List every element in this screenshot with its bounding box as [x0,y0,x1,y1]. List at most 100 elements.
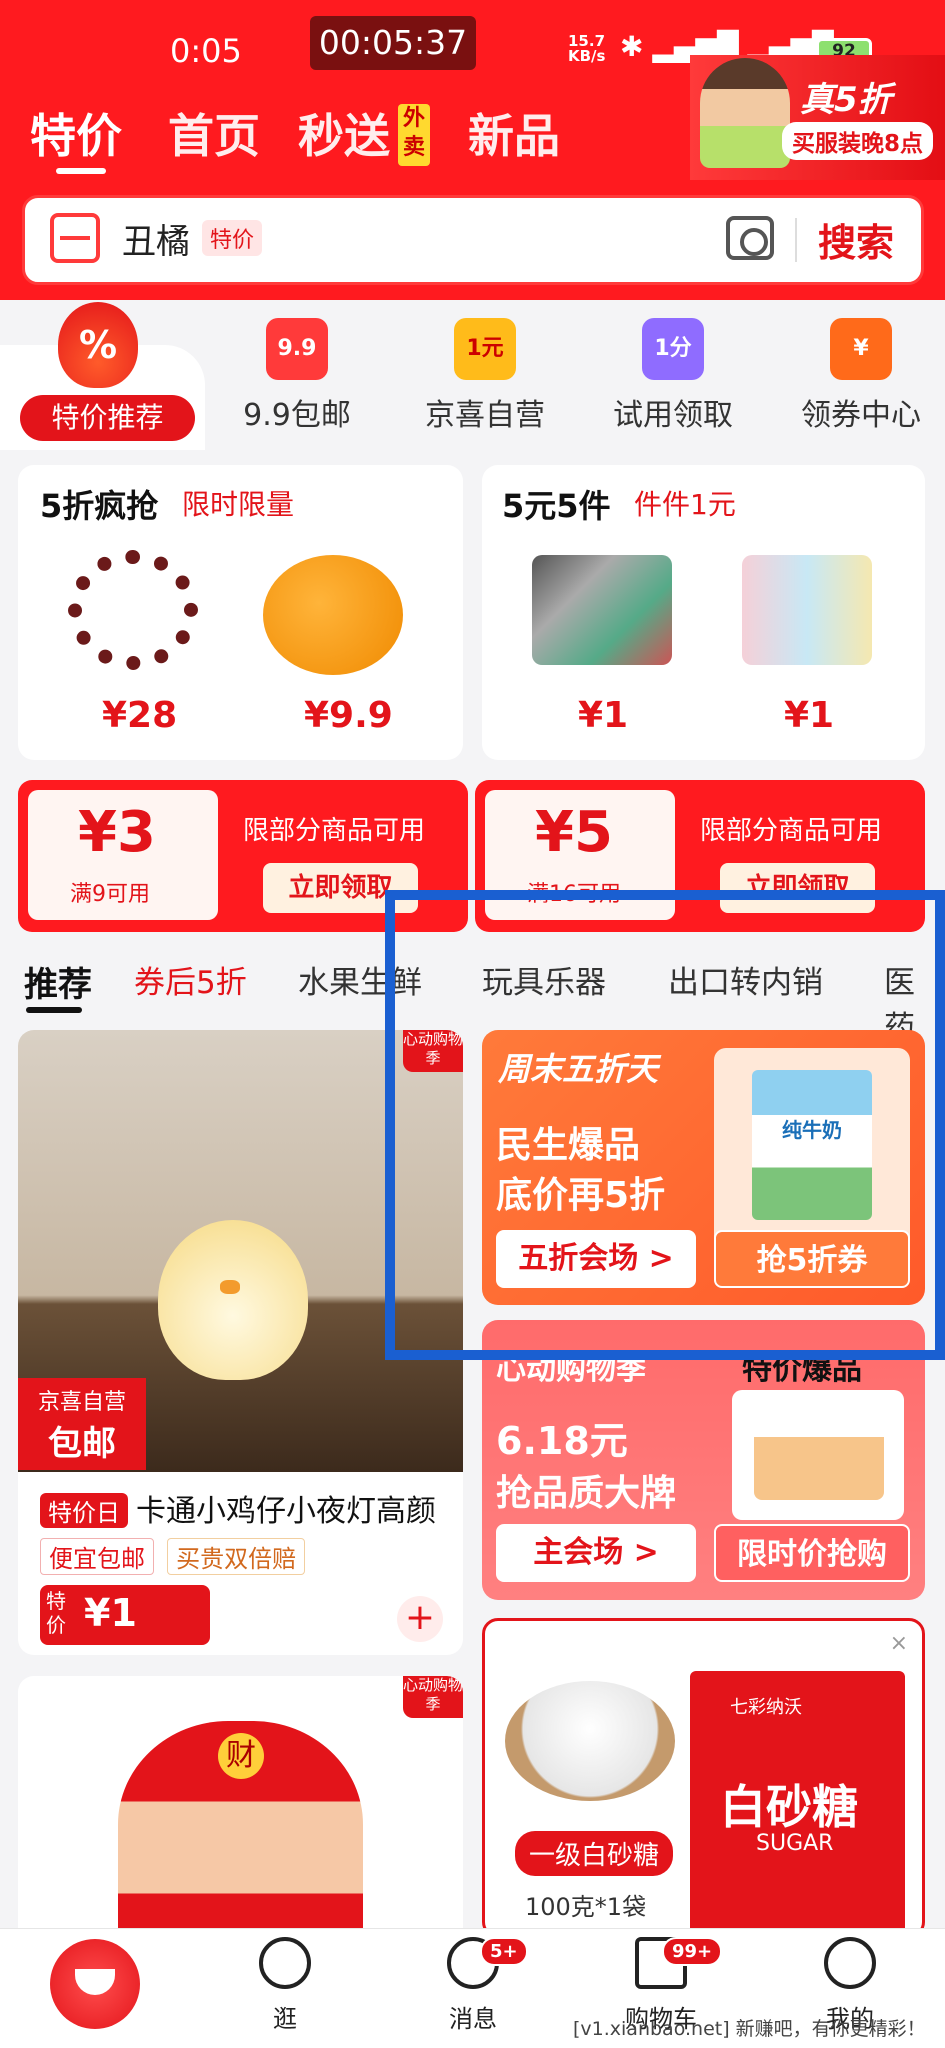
tissue-box [754,1410,884,1500]
product-badges: 便宜包邮 买贵双倍赔 [40,1538,313,1575]
sugar-bag-image: 七彩纳沃 白砂糖 SUGAR [690,1671,905,1935]
tab-new[interactable]: 新品 [468,100,560,166]
nav-browse[interactable]: 逛 [225,1937,345,2034]
price-label: 特价 [46,1589,66,1637]
main-venue-button[interactable]: 主会场 > [496,1524,696,1582]
quick-nav-label: 京喜自营 [425,398,545,433]
quick-nav-item-coupon[interactable]: ¥ 领券中心 [786,318,936,434]
99-icon: 9.9 [266,318,328,380]
deal-price: ¥28 [102,695,178,736]
sugar-grade-tag: 一级白砂糖 [515,1831,674,1876]
deal-price: ¥9.9 [304,695,393,736]
active-tab-indicator [56,168,106,174]
product-title: 特价日 卡通小鸡仔小夜灯高颜 [40,1486,436,1530]
watermark-text: [v1.xianbao.net] 新赚吧，有你更精彩！ [573,2018,926,2040]
cai-character: 财 [218,1733,264,1779]
home-mascot-icon[interactable] [50,1939,140,2029]
magic-cube-image [742,555,872,665]
quick-nav-label: 领券中心 [801,398,921,433]
price-value: ¥1 [84,1591,137,1635]
free-shipping-text: 包邮 [48,1424,116,1464]
deal-price: ¥1 [784,695,835,736]
tab-home[interactable]: 首页 [168,100,260,166]
coupon-stub: ¥3 满9可用 [28,790,218,920]
ad-headline: 6.18元 [496,1419,628,1463]
self-operated-badge: 京喜自营 包邮 [18,1378,146,1470]
quick-nav-item-jingxi[interactable]: 1元 京喜自营 [410,318,560,434]
bracelet-image [68,550,198,670]
trial-bag-icon: 1分 [642,318,704,380]
search-divider [795,218,797,262]
user-icon [824,1937,876,1989]
tissue-product-image [732,1390,904,1520]
screen-record-timer: 00:05:37 [310,16,476,70]
product-price: 特价 ¥1 [40,1585,210,1645]
nav-label: 逛 [273,2005,297,2033]
sugar-english: SUGAR [756,1831,834,1856]
coupon-icon: ¥ [830,318,892,380]
promo-kid-image [700,58,790,168]
cat-tab-recommend[interactable]: 推荐 [24,957,92,1006]
deal-title: 5折疯抢 [40,487,159,525]
shopping-season-tag: 心动购物季 [403,1676,463,1718]
ad-shopping-season[interactable]: 心动购物季 特价爆品 6.18元 抢品质大牌 主会场 > 限时价抢购 [482,1320,925,1600]
deal-card-5yuan[interactable]: 5元5件 件件1元 ¥1 ¥1 [482,465,925,760]
quick-nav-label: 试用领取 [613,398,733,433]
chick-lamp-image [158,1220,308,1380]
coupon-condition: 满9可用 [70,882,150,907]
search-button[interactable]: 搜索 [818,212,894,267]
fire-percent-icon[interactable]: % [58,302,138,388]
cart-count-badge: 99+ [662,1937,723,1966]
waimai-badge: 外卖 [398,104,430,166]
add-to-cart-button[interactable]: + [397,1596,443,1642]
deal-price: ¥1 [578,695,629,736]
flash-price-button[interactable]: 限时价抢购 [714,1524,910,1582]
message-count-badge: 5+ [480,1937,528,1966]
orange-image [263,555,403,675]
coupon-amount: ¥3 [78,800,156,865]
sugar-name: 白砂糖 [720,1780,858,1834]
one-yuan-icon: 1元 [454,318,516,380]
coupon-amount: ¥5 [535,800,613,865]
cat-tab-coupon-half[interactable]: 券后5折 [134,957,247,1002]
network-speed: 15.7 KB/s [568,32,606,65]
close-icon[interactable]: × [890,1631,908,1656]
promo-subtitle: 买服装晚8点 [782,122,934,160]
sugar-bowl-image [505,1681,675,1801]
percent-icon: % [78,323,118,367]
quick-nav-item-trial[interactable]: 1分 试用领取 [598,318,748,434]
caishen-figure-image: 财 [118,1721,363,1936]
coupon-description: 限部分商品可用 [243,816,426,846]
search-input[interactable]: 丑橘 [122,214,190,263]
quick-nav-item-99[interactable]: 9.9 9.9包邮 [222,318,372,434]
scan-icon[interactable] [50,213,100,263]
deal-subtitle: 限时限量 [182,488,295,521]
promo-title: 真5折 [800,80,892,120]
sugar-brand: 七彩纳沃 [730,1697,802,1718]
deal-card-half-price[interactable]: 5折疯抢 限时限量 ¥28 ¥9.9 [18,465,463,760]
deal-subtitle: 件件1元 [634,488,736,521]
product-title-text: 卡通小鸡仔小夜灯高颜 [136,1494,436,1529]
browse-icon [259,1937,311,1989]
cat-active-indicator [26,1007,82,1013]
self-operated-text: 京喜自营 [37,1390,126,1415]
toy-cars-image [532,555,672,665]
quick-nav-tejia-tuijian[interactable]: 特价推荐 [20,395,195,441]
annotation-highlight-box [385,890,945,1360]
badge-free-shipping: 便宜包邮 [40,1538,154,1575]
special-day-tag: 特价日 [40,1493,128,1528]
search-badge: 特价 [202,220,263,256]
nav-label: 消息 [449,2005,497,2033]
camera-icon[interactable] [726,216,774,260]
ad-headline: 抢品质大牌 [496,1473,677,1514]
ad-sugar[interactable]: × 一级白砂糖 100克*1袋 七彩纳沃 白砂糖 SUGAR [482,1618,925,1938]
badge-price-guarantee: 买贵双倍赔 [167,1538,306,1575]
deal-title: 5元5件 [502,487,611,525]
tab-tejia[interactable]: 特价 [30,100,122,166]
product-card-caishen[interactable]: 心动购物季 财 [18,1676,463,1936]
coupon-description: 限部分商品可用 [700,816,883,846]
status-time: 0:05 [170,32,242,70]
quick-nav-label: 9.9包邮 [243,398,351,433]
sugar-quantity: 100克*1袋 [525,1893,647,1921]
tab-miaosong[interactable]: 秒送 [298,100,390,166]
